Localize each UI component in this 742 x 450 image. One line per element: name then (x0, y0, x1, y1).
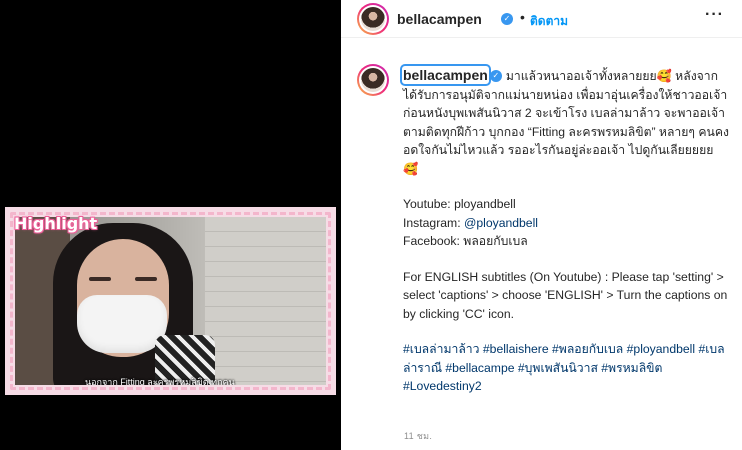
separator-dot: • (520, 9, 525, 25)
youtube-line: Youtube: ployandbell (403, 197, 516, 211)
hashtag-link[interactable]: #ployandbell (627, 342, 695, 356)
hashtag-link[interactable]: #bellacampe (445, 361, 514, 375)
verified-badge-icon: ✓ (501, 13, 513, 25)
instagram-mention-link[interactable]: @ployandbell (464, 216, 538, 230)
hashtag-link[interactable]: #พรหมลิขิต (601, 361, 662, 375)
avatar[interactable] (357, 3, 389, 35)
facebook-line: Facebook: พลอยกับเบล (403, 234, 528, 248)
english-subtitle-note: For ENGLISH subtitles (On Youtube) : Ple… (403, 269, 728, 321)
highlight-badge: Highlight (14, 214, 98, 233)
instagram-line: Instagram: @ployandbell (403, 215, 539, 230)
hashtag-link[interactable]: #พลอยกับเบล (552, 342, 623, 356)
verified-badge-icon: ✓ (489, 69, 502, 82)
more-options-icon[interactable]: ··· (705, 6, 724, 24)
caption-text: มาแล้วหนาออเจ้าทั้งหลายยย🥰 หลังจากได้รับ… (403, 69, 729, 176)
post-caption: bellacampen ✓ มาแล้วหนาออเจ้าทั้งหลายยย🥰 ห… (400, 64, 731, 396)
post-timestamp[interactable]: 11 ชม. (404, 429, 432, 443)
follow-button[interactable]: ติดตาม (530, 12, 568, 31)
hashtag-list: #เบลล่ามาล้าว #bellaishere #พลอยกับเบล #… (403, 340, 731, 396)
frame-border (10, 212, 331, 390)
video-thumbnail[interactable]: นอกจาก Fitting ละครพรหมลิขิต ทุกคน Highl… (5, 207, 336, 395)
media-pane[interactable]: นอกจาก Fitting ละครพรหมลิขิต ทุกคน Highl… (0, 0, 341, 450)
hashtag-link[interactable]: #บุพเพสันนิวาส (518, 361, 598, 375)
hashtag-link[interactable]: #เบลล่ามาล้าว (403, 342, 480, 356)
header-username[interactable]: bellacampen (397, 11, 482, 27)
caption-username[interactable]: bellacampen (400, 64, 491, 86)
caption-avatar[interactable] (357, 64, 389, 96)
post-header: bellacampen ✓ • ติดตาม ··· (341, 0, 742, 38)
hashtag-link[interactable]: #bellaishere (483, 342, 549, 356)
post-panel: bellacampen ✓ • ติดตาม ··· bellacampen ✓ ม… (341, 0, 742, 450)
hashtag-link[interactable]: #Lovedestiny2 (403, 379, 482, 393)
